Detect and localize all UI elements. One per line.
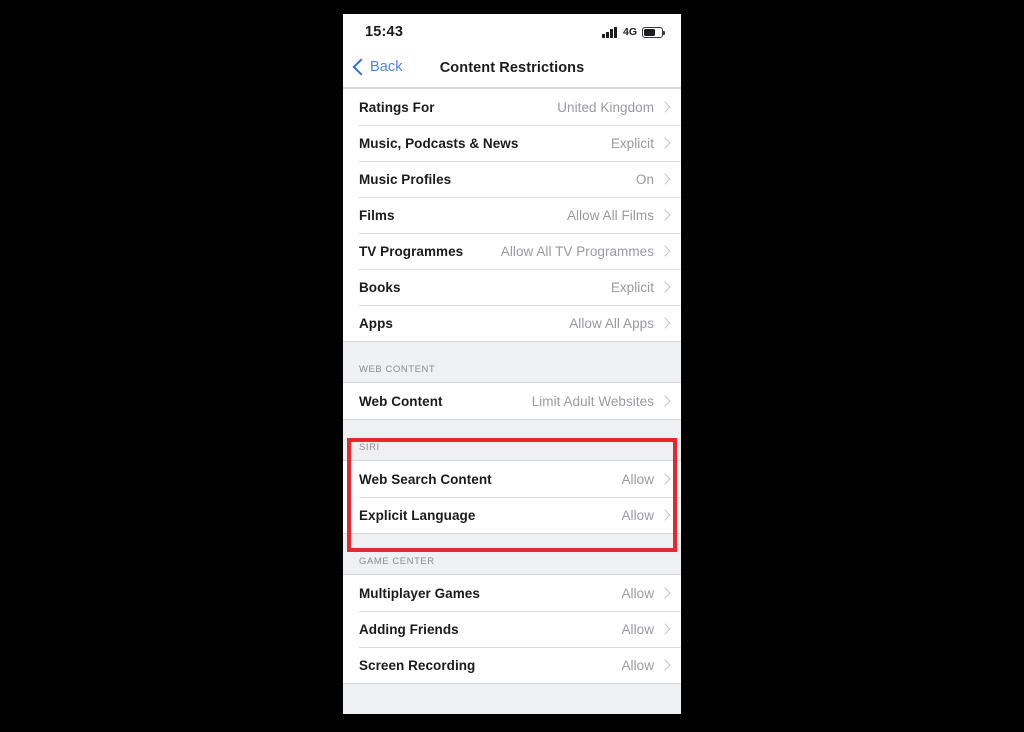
section-header-web-content: WEB CONTENT	[343, 342, 681, 382]
settings-row-accessory: Allow	[621, 508, 671, 523]
chevron-right-icon	[659, 281, 671, 293]
section-header-game-center: GAME CENTER	[343, 534, 681, 574]
settings-row-label: Books	[359, 279, 401, 295]
settings-row-books[interactable]: Books Explicit	[343, 269, 681, 305]
list-bottom-filler	[343, 684, 681, 714]
settings-row-accessory: Allow	[621, 472, 671, 487]
settings-row-apps[interactable]: Apps Allow All Apps	[343, 305, 681, 341]
settings-row-value: United Kingdom	[557, 99, 654, 115]
settings-row-screen-recording[interactable]: Screen Recording Allow	[343, 647, 681, 683]
section-header-siri: SIRI	[343, 420, 681, 460]
section-header-label: SIRI	[359, 442, 380, 453]
settings-row-value: Allow	[621, 657, 654, 673]
settings-row-web-content[interactable]: Web Content Limit Adult Websites	[343, 383, 681, 419]
settings-row-accessory: Limit Adult Websites	[532, 394, 671, 409]
settings-row-value: Allow All TV Programmes	[500, 243, 654, 259]
chevron-right-icon	[659, 137, 671, 149]
settings-group: Web Search Content Allow Explicit Language…	[343, 460, 681, 534]
chevron-right-icon	[659, 395, 671, 407]
settings-row-music-podcasts-news[interactable]: Music, Podcasts & News Explicit	[343, 125, 681, 161]
settings-row-accessory: Explicit	[611, 136, 671, 151]
settings-group: Multiplayer Games Allow Adding Friends Allo…	[343, 574, 681, 684]
status-bar-network-label: 4G	[622, 26, 637, 38]
status-bar: 15:43 4G	[343, 14, 681, 54]
settings-row-label: Ratings For	[359, 99, 435, 115]
settings-row-label: Music Profiles	[359, 171, 452, 187]
settings-row-accessory: Allow All Films	[567, 208, 671, 223]
settings-row-value: Explicit	[610, 279, 654, 295]
settings-row-ratings-for[interactable]: Ratings For United Kingdom	[343, 89, 681, 125]
chevron-right-icon	[659, 473, 671, 485]
settings-row-label: Adding Friends	[359, 621, 459, 637]
screenshot-stage: 15:43 4G Back Content Restrictions Ratin…	[0, 0, 1024, 732]
settings-row-label: Screen Recording	[359, 657, 476, 673]
settings-row-music-profiles[interactable]: Music Profiles On	[343, 161, 681, 197]
settings-row-label: Explicit Language	[359, 507, 476, 523]
chevron-right-icon	[659, 173, 671, 185]
signal-bars-icon	[602, 26, 617, 38]
settings-list[interactable]: Ratings For United Kingdom Music, Podcasts…	[343, 88, 681, 714]
settings-row-label: Multiplayer Games	[359, 585, 480, 601]
settings-row-label: Music, Podcasts & News	[359, 135, 519, 151]
settings-row-value: Explicit	[610, 135, 654, 151]
section-header-label: WEB CONTENT	[359, 364, 436, 375]
settings-row-label: Web Search Content	[359, 471, 492, 487]
chevron-right-icon	[659, 623, 671, 635]
settings-row-label: Apps	[359, 315, 393, 331]
section-header-label: GAME CENTER	[359, 556, 435, 567]
settings-row-value: Allow	[621, 471, 654, 487]
phone-screen: 15:43 4G Back Content Restrictions Ratin…	[343, 14, 681, 714]
chevron-right-icon	[659, 209, 671, 221]
battery-icon	[642, 26, 665, 38]
settings-row-adding-friends[interactable]: Adding Friends Allow	[343, 611, 681, 647]
settings-row-label: Films	[359, 207, 395, 223]
settings-row-accessory: Explicit	[611, 280, 671, 295]
chevron-right-icon	[659, 509, 671, 521]
settings-row-label: Web Content	[359, 393, 443, 409]
chevron-right-icon	[659, 245, 671, 257]
chevron-right-icon	[659, 587, 671, 599]
settings-row-value: Allow All Apps	[569, 315, 654, 331]
settings-row-value: Allow	[621, 585, 654, 601]
settings-row-accessory: Allow	[621, 622, 671, 637]
settings-row-accessory: Allow	[621, 586, 671, 601]
chevron-right-icon	[659, 659, 671, 671]
settings-row-films[interactable]: Films Allow All Films	[343, 197, 681, 233]
settings-row-value: Limit Adult Websites	[531, 393, 654, 409]
settings-row-accessory: Allow All Apps	[569, 316, 671, 331]
settings-row-accessory: United Kingdom	[557, 100, 671, 115]
status-bar-time: 15:43	[365, 24, 404, 40]
settings-row-accessory: Allow	[621, 658, 671, 673]
settings-row-value: Allow	[621, 507, 654, 523]
settings-group: Web Content Limit Adult Websites	[343, 382, 681, 420]
settings-row-value: On	[635, 171, 654, 187]
status-bar-indicators: 4G	[602, 25, 665, 39]
settings-row-tv-programmes[interactable]: TV Programmes Allow All TV Programmes	[343, 233, 681, 269]
settings-row-explicit-language[interactable]: Explicit Language Allow	[343, 497, 681, 533]
settings-row-multiplayer-games[interactable]: Multiplayer Games Allow	[343, 575, 681, 611]
chevron-right-icon	[659, 317, 671, 329]
settings-row-web-search-content[interactable]: Web Search Content Allow	[343, 461, 681, 497]
navigation-bar: Back Content Restrictions	[343, 54, 681, 88]
settings-row-label: TV Programmes	[359, 243, 464, 259]
settings-group: Ratings For United Kingdom Music, Podcasts…	[343, 88, 681, 342]
page-title: Content Restrictions	[439, 60, 585, 76]
chevron-right-icon	[659, 101, 671, 113]
settings-row-accessory: On	[636, 172, 671, 187]
settings-row-value: Allow	[621, 621, 654, 637]
settings-row-accessory: Allow All TV Programmes	[501, 244, 671, 259]
settings-row-value: Allow All Films	[566, 207, 654, 223]
